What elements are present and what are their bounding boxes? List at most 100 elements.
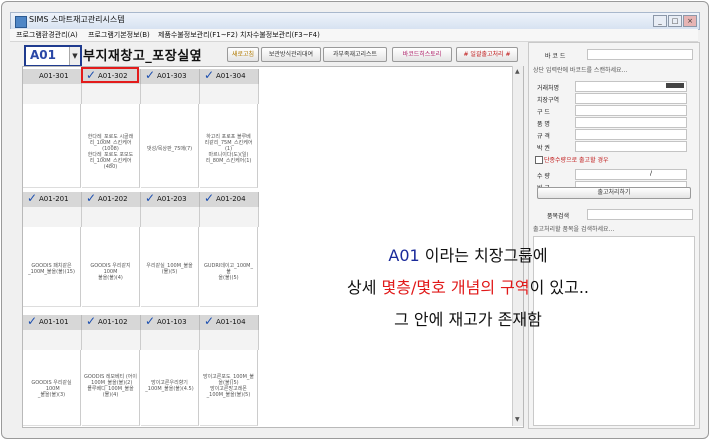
field-label-zone: 치장구역 (537, 97, 560, 104)
field-label-box: 박 권 (537, 145, 550, 152)
menu-item-product[interactable]: 제품수불정보관리(F1~F2) (158, 30, 238, 40)
box-field (575, 141, 687, 152)
cell-spacer (141, 207, 200, 227)
cell-spacer (82, 207, 141, 227)
cell-spacer (200, 330, 259, 350)
annotation-line-2: 상세 몇층/몇호 개념의 구역이 있고.. (347, 278, 589, 297)
group-select[interactable]: A01 ▼ (24, 45, 82, 67)
check-icon: ✓ (27, 191, 38, 205)
barcode-input[interactable] (587, 49, 693, 60)
location-cell-body[interactable]: GOODIS 레모베티 (어이 _100M_불을(불)(2) 블루베디_100M… (82, 350, 140, 426)
maximize-button[interactable]: □ (668, 15, 682, 27)
annotation-line-3: 그 안에 재고가 존재함 (394, 310, 542, 329)
location-cell-header[interactable]: ✓ A01-204 (200, 191, 259, 207)
location-cell-header[interactable]: ✓ A01-104 (200, 314, 259, 330)
name-field (575, 117, 687, 128)
check-icon: ✓ (204, 314, 215, 328)
field-label-code: 구 드 (537, 109, 550, 116)
menu-item-env[interactable]: 프로그램환경관리(A) (16, 30, 78, 40)
minimize-button[interactable]: _ (653, 15, 667, 27)
zone-field (575, 93, 687, 104)
menu-item-storage[interactable]: 치자수불정보관리(F3~F4) (240, 30, 320, 40)
client-swatch (666, 83, 684, 88)
location-cell-body[interactable]: GOODIS 우리같지 100M 불을(불)(4) (82, 227, 140, 307)
annotation-callout: A01 이라는 치장그룹에 상세 몇층/몇호 개념의 구역이 있고.. 그 안에… (288, 240, 648, 336)
check-icon: ✓ (204, 68, 215, 82)
location-cell-body[interactable] (23, 104, 81, 188)
bulk-release-button[interactable]: # 일괄출고처리 # (456, 47, 518, 62)
check-icon: ✓ (145, 314, 156, 328)
location-cell-body[interactable]: 망이고른우리향기 _100M_불을(불)(4.5) (141, 350, 199, 426)
cell-spacer (23, 330, 82, 350)
group-select-value: A01 (30, 48, 56, 62)
location-cell-body[interactable]: GOODIS 패치같은 _100M_불을(불)(15) (23, 227, 81, 307)
scroll-down-icon[interactable]: ▼ (515, 416, 520, 423)
location-cell-body[interactable]: 우리같실_100M_불을 (불)(5) (141, 227, 199, 307)
location-cell-header[interactable]: ✓ A01-102 (82, 314, 141, 330)
stock-list-button[interactable]: 과부족재고리스트 (323, 47, 387, 62)
location-cell-body[interactable]: 하고리 포로포 블루베 리같리_75M_스킨케어 (1) 마르니이다(도)(일)… (200, 104, 258, 188)
barcode-hint: 상단 입력란에 바코드를 스캔하세요... (533, 67, 628, 74)
title-bar: SIMS 스마트재고관리시스템 _ □ × (10, 12, 700, 30)
screenshot-frame: SIMS 스마트재고관리시스템 _ □ × 프로그램환경관리(A) 프로그램기본… (1, 1, 709, 439)
field-label-client: 거래처명 (537, 85, 560, 92)
toolbar: A01 ▼ 부지재창고_포장실옆 새로고침 보관방식관리대여 과부족재고리스트 … (10, 42, 520, 68)
qty-field[interactable]: / (575, 169, 687, 180)
cell-spacer (141, 330, 200, 350)
field-label-spec: 규 격 (537, 133, 550, 140)
search-label: 품목검색 (547, 213, 570, 220)
check-icon: ✓ (86, 314, 97, 328)
cell-spacer (82, 330, 141, 350)
code-field (575, 105, 687, 116)
refresh-button[interactable]: 새로고침 (227, 47, 259, 62)
barcode-history-button[interactable]: 바코드히스토리 (392, 47, 452, 62)
single-qty-checkbox[interactable] (535, 156, 543, 164)
storage-rental-button[interactable]: 보관방식관리대여 (261, 47, 321, 62)
location-cell-body[interactable]: GUDRI데이고_100M_불 을(불)(5) (200, 227, 258, 307)
check-icon: ✓ (145, 68, 156, 82)
cell-spacer (82, 84, 141, 104)
spec-field (575, 129, 687, 140)
close-button[interactable]: × (683, 15, 697, 27)
check-icon: ✓ (145, 191, 156, 205)
check-icon: ✓ (27, 314, 38, 328)
location-cell-header[interactable]: ✓ A01-103 (141, 314, 200, 330)
location-cell-body[interactable]: 망이고른포도_100M_불 을(불)(5) 망이고른망고레몬 _100M_불을(… (200, 350, 258, 426)
cell-spacer (23, 84, 82, 104)
cell-spacer (200, 84, 259, 104)
check-icon: ✓ (204, 191, 215, 205)
qty-separator: / (650, 170, 653, 177)
location-cell-header[interactable]: ✓ A01-201 (23, 191, 82, 207)
scroll-up-icon[interactable]: ▲ (515, 68, 520, 75)
qty-label: 수 량 (537, 173, 550, 180)
location-cell-body[interactable]: 댓성/목상판_75매(7) (141, 104, 199, 188)
cell-spacer (200, 207, 259, 227)
barcode-label: 바 코 드 (545, 53, 566, 60)
cell-spacer (23, 207, 82, 227)
highlight-box (81, 67, 139, 83)
location-cell-body[interactable]: GOODIS 우리같실_100M _불을(불)(3) (23, 350, 81, 426)
cell-spacer (141, 84, 200, 104)
menu-item-basic[interactable]: 프로그램기본정보(B) (88, 30, 150, 40)
product-search-input[interactable] (587, 209, 693, 220)
warehouse-name: 부지재창고_포장실옆 (83, 49, 203, 64)
location-cell-header[interactable]: ✓ A01-202 (82, 191, 141, 207)
location-cell-header[interactable]: ✓ A01-303 (141, 68, 200, 84)
release-panel: 바 코 드 상단 입력란에 바코드를 스캔하세요... 거래처명 치장구역 구 … (528, 42, 700, 429)
annotation-line-1: A01 이라는 치장그룹에 (388, 246, 548, 265)
location-cell-body[interactable]: 한다레_포로도 시골래 리_100M_스킨케어 (1008) 한다레_포로도 포… (82, 104, 140, 188)
menu-bar: 프로그램환경관리(A) 프로그램기본정보(B) 제품수불정보관리(F1~F2) … (10, 29, 698, 42)
location-cell-header[interactable]: A01-301 (23, 69, 82, 84)
app-icon (15, 16, 27, 28)
process-release-button[interactable]: 출고처리하기 (537, 187, 691, 199)
location-cell-header[interactable]: ✓ A01-304 (200, 68, 259, 84)
location-cell-header[interactable]: ✓ A01-203 (141, 191, 200, 207)
search-hint: 출고처리할 품목을 검색하세요... (533, 226, 615, 233)
client-field (575, 81, 687, 92)
single-qty-label: 단종수량으로 출고할 경우 (544, 157, 609, 164)
chevron-down-icon[interactable]: ▼ (69, 47, 80, 65)
field-label-name: 품 명 (537, 121, 550, 128)
check-icon: ✓ (86, 191, 97, 205)
location-cell-header[interactable]: ✓ A01-101 (23, 314, 82, 330)
window-title: SIMS 스마트재고관리시스템 (29, 15, 125, 24)
